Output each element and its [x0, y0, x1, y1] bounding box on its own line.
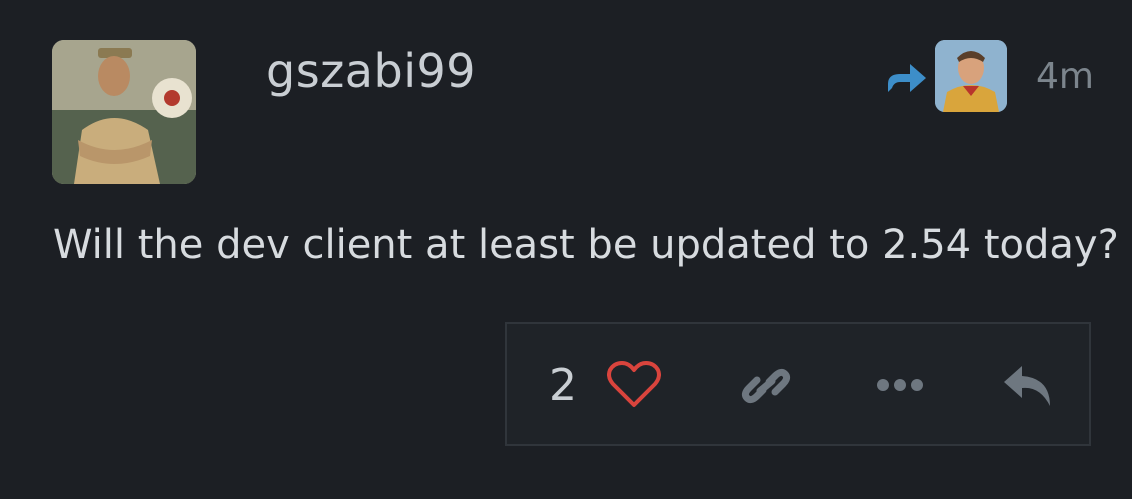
username[interactable]: gszabi99	[266, 44, 476, 98]
ellipsis-icon[interactable]	[874, 376, 926, 394]
post: gszabi99 4m Will the dev client at least…	[0, 0, 1132, 499]
reply-icon[interactable]	[1000, 362, 1056, 410]
reply-arrow-icon[interactable]	[884, 58, 928, 96]
heart-icon[interactable]	[607, 361, 661, 409]
like-count[interactable]: 2	[549, 360, 577, 411]
avatar-image	[52, 40, 196, 184]
reply-to-user-avatar[interactable]	[935, 40, 1007, 112]
link-icon[interactable]	[739, 360, 793, 412]
user-avatar[interactable]	[52, 40, 196, 184]
post-body: Will the dev client at least be updated …	[53, 222, 1119, 268]
post-timestamp[interactable]: 4m	[1036, 56, 1094, 97]
post-actions-bar: 2	[505, 322, 1091, 446]
reply-avatar-image	[935, 40, 1007, 112]
